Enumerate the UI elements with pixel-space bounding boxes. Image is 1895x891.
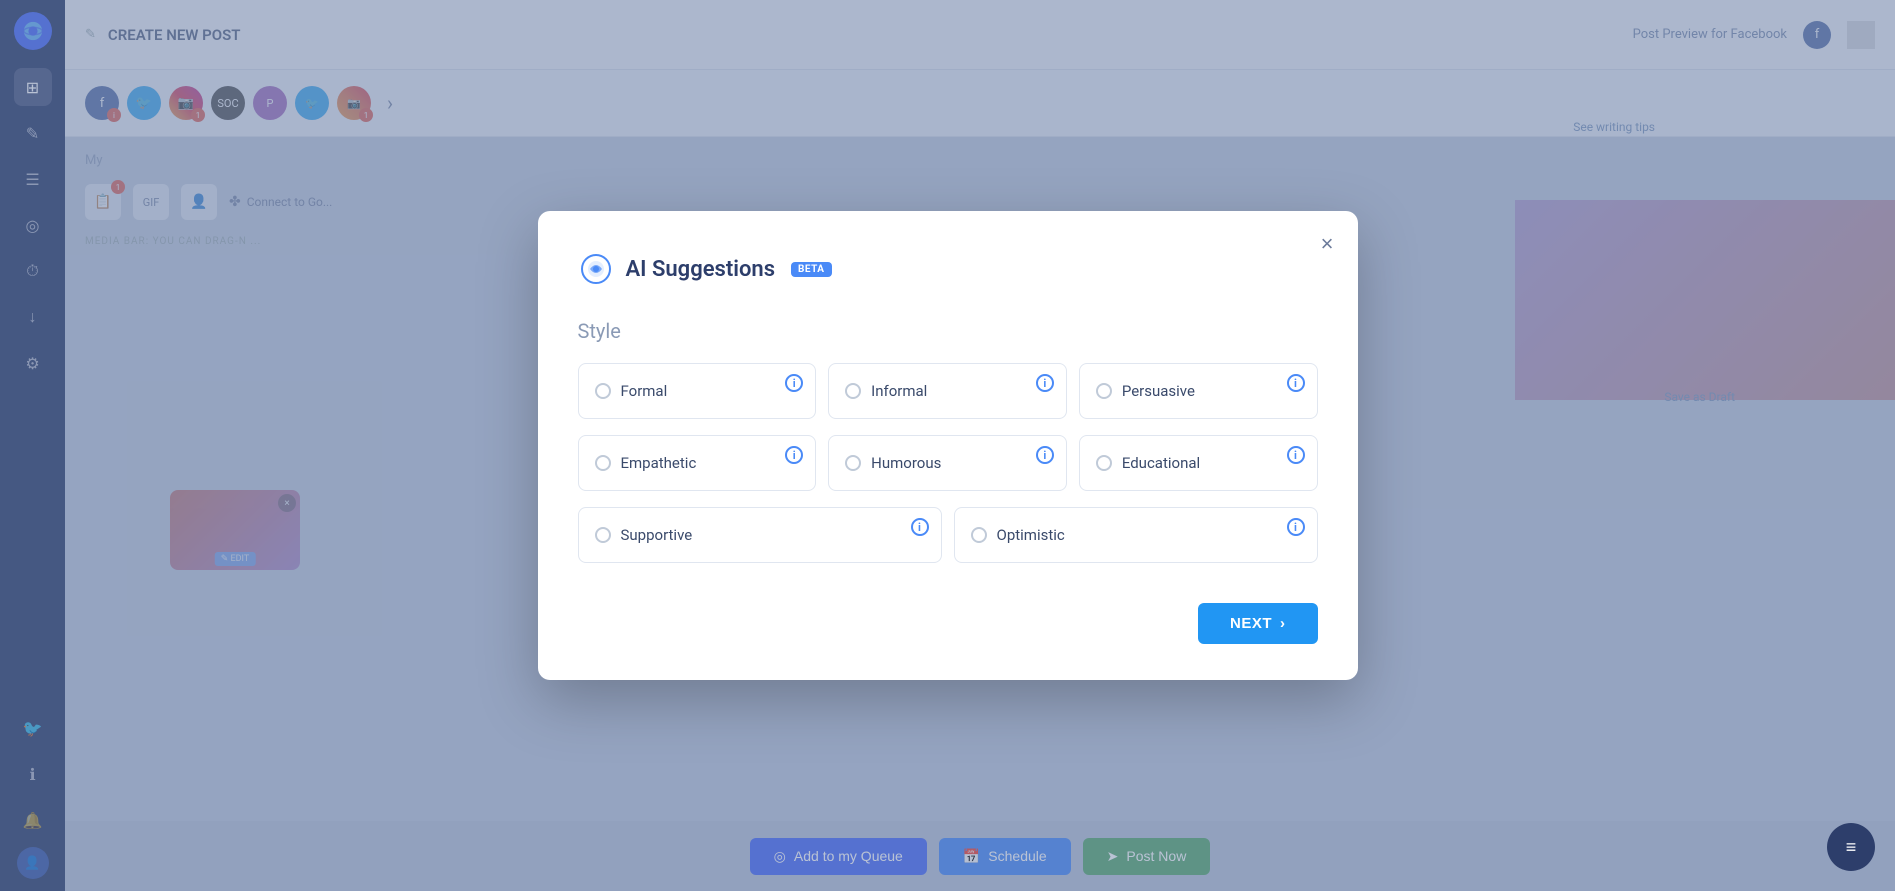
style-option-educational[interactable]: Educational i <box>1079 435 1318 491</box>
style-label-humorous: Humorous <box>871 454 941 472</box>
ai-suggestions-modal: AI Suggestions BETA × Style Formal i Inf… <box>538 211 1358 680</box>
info-icon-optimistic[interactable]: i <box>1287 518 1305 536</box>
ai-icon <box>578 251 614 287</box>
style-label-informal: Informal <box>871 382 927 400</box>
style-label-formal: Formal <box>621 382 668 400</box>
style-options-row2: Empathetic i Humorous i Educational i <box>578 435 1318 491</box>
info-icon-informal[interactable]: i <box>1036 374 1054 392</box>
style-label-empathetic: Empathetic <box>621 454 697 472</box>
style-radio-supportive <box>595 527 611 543</box>
style-options-row1: Formal i Informal i Persuasive i <box>578 363 1318 419</box>
style-label-persuasive: Persuasive <box>1122 382 1195 400</box>
chat-fab-icon: ≡ <box>1846 837 1857 858</box>
modal-overlay: AI Suggestions BETA × Style Formal i Inf… <box>0 0 1895 891</box>
info-icon-persuasive[interactable]: i <box>1287 374 1305 392</box>
style-radio-humorous <box>845 455 861 471</box>
style-radio-empathetic <box>595 455 611 471</box>
modal-title: AI Suggestions <box>626 257 776 282</box>
style-option-supportive[interactable]: Supportive i <box>578 507 942 563</box>
next-arrow-icon: › <box>1280 615 1286 632</box>
modal-footer: NEXT › <box>578 603 1318 644</box>
style-option-optimistic[interactable]: Optimistic i <box>954 507 1318 563</box>
beta-badge: BETA <box>791 262 832 277</box>
style-section-title: Style <box>578 319 1318 343</box>
next-button[interactable]: NEXT › <box>1198 603 1318 644</box>
style-option-persuasive[interactable]: Persuasive i <box>1079 363 1318 419</box>
style-radio-optimistic <box>971 527 987 543</box>
style-label-educational: Educational <box>1122 454 1200 472</box>
style-option-empathetic[interactable]: Empathetic i <box>578 435 817 491</box>
style-radio-informal <box>845 383 861 399</box>
style-radio-educational <box>1096 455 1112 471</box>
info-icon-humorous[interactable]: i <box>1036 446 1054 464</box>
style-option-informal[interactable]: Informal i <box>828 363 1067 419</box>
style-label-optimistic: Optimistic <box>997 526 1065 544</box>
style-label-supportive: Supportive <box>621 526 693 544</box>
style-options-row3: Supportive i Optimistic i <box>578 507 1318 563</box>
modal-header: AI Suggestions BETA <box>578 251 1318 287</box>
chat-fab-button[interactable]: ≡ <box>1827 823 1875 871</box>
next-button-label: NEXT <box>1230 615 1272 632</box>
modal-close-button[interactable]: × <box>1317 229 1338 259</box>
info-icon-educational[interactable]: i <box>1287 446 1305 464</box>
style-radio-persuasive <box>1096 383 1112 399</box>
info-icon-formal[interactable]: i <box>785 374 803 392</box>
style-option-formal[interactable]: Formal i <box>578 363 817 419</box>
style-radio-formal <box>595 383 611 399</box>
info-icon-empathetic[interactable]: i <box>785 446 803 464</box>
info-icon-supportive[interactable]: i <box>911 518 929 536</box>
style-option-humorous[interactable]: Humorous i <box>828 435 1067 491</box>
